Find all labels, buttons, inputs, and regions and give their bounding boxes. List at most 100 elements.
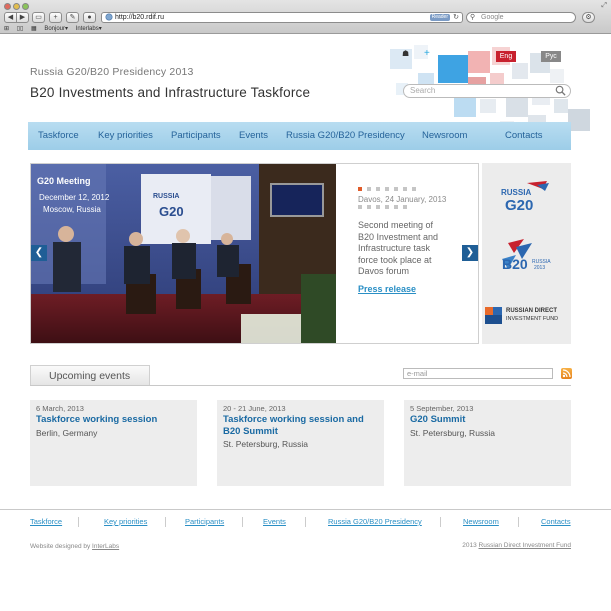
footer-separator [305,517,306,527]
event-title[interactable]: G20 Summit [410,414,565,426]
nav-item-taskforce[interactable]: Taskforce [38,122,79,150]
slide-dot[interactable] [385,205,389,209]
footer-link-key-priorities[interactable]: Key priorities [104,517,147,526]
search-icon[interactable] [555,85,566,96]
add-bookmark-icon[interactable]: + [49,12,62,23]
bookmark-item[interactable]: Bonjour▾ [44,26,68,32]
fullscreen-icon[interactable]: ⤢ [601,2,607,10]
copyright-prefix: 2013 [462,542,479,549]
slide-description: Second meeting of B20 Investment and Inf… [358,220,439,276]
events-divider [30,385,571,386]
mosaic-square [454,97,476,117]
window-close-button[interactable] [4,3,11,10]
rdif-footer-link[interactable]: Russian Direct Investment Fund [479,542,571,549]
gear-icon[interactable]: ⚙ [582,12,595,23]
footer-link-presidency[interactable]: Russia G20/B20 Presidency [328,517,422,526]
partners-panel: RUSSIA G20 B20 RUSSIA 2013 RUSSIAN DIREC… [482,163,571,344]
nav-item-newsroom[interactable]: Newsroom [422,122,467,150]
copyright: 2013 Russian Direct Investment Fund [462,542,571,549]
russia-g20-logo[interactable]: RUSSIA G20 [497,179,557,213]
event-title[interactable]: Taskforce working session [36,414,191,426]
mosaic-square [554,99,568,113]
nav-item-presidency[interactable]: Russia G20/B20 Presidency [286,122,405,150]
forward-button[interactable]: ▶ [16,12,29,23]
bookmark-item[interactable]: Interlabs▾ [76,26,102,32]
event-title[interactable]: Taskforce working session and B20 Summit [223,414,378,437]
event-card[interactable]: 6 March, 2013 Taskforce working session … [30,400,197,486]
mosaic-square [480,99,496,113]
address-bar[interactable]: http://b20.rdif.ru Reader ↻ [101,12,463,23]
nav-item-events[interactable]: Events [239,122,268,150]
nav-item-participants[interactable]: Participants [171,122,221,150]
slide-dot[interactable] [412,187,416,191]
designer-link[interactable]: InterLabs [92,543,119,550]
footer-link-newsroom[interactable]: Newsroom [463,517,499,526]
event-place: St. Petersburg, Russia [223,439,309,449]
slide-dot[interactable] [403,205,407,209]
slide-dot[interactable] [358,187,362,191]
footer-link-taskforce[interactable]: Taskforce [30,517,62,526]
photo-banner-text-3: Moscow, Russia [43,205,101,214]
email-input[interactable]: e-mail [403,368,553,379]
slider-next-button[interactable]: ❯ [462,245,478,261]
footer-link-participants[interactable]: Participants [185,517,224,526]
mosaic-square [512,63,528,79]
b20-russia-logo[interactable]: B20 RUSSIA 2013 [496,239,558,281]
reload-icon[interactable]: ↻ [453,13,459,22]
site-subtitle: Russia G20/B20 Presidency 2013 [30,66,194,78]
slide-dot[interactable] [376,187,380,191]
site-title[interactable]: B20 Investments and Infrastructure Taskf… [30,85,310,100]
reader-button[interactable]: Reader [429,14,450,21]
photo-banner-text-1: G20 Meeting [37,176,91,186]
photo-banner-text-2: December 12, 2012 [39,193,110,202]
language-english-button[interactable]: Eng [496,51,516,62]
stop-icon[interactable]: ● [83,12,96,23]
slide-dot[interactable] [367,205,371,209]
rss-icon[interactable] [561,368,572,379]
slider-prev-button[interactable]: ❮ [31,245,47,261]
browser-search-placeholder: Google [481,14,504,21]
mosaic-square [438,55,468,83]
slide-dot[interactable] [394,205,398,209]
window-zoom-button[interactable] [22,3,29,10]
bookmark-apps-icon[interactable]: ⊞ [4,26,9,32]
edit-icon[interactable]: ✎ [66,12,79,23]
event-card[interactable]: 20 - 21 June, 2013 Taskforce working ses… [217,400,384,486]
slide-dot[interactable] [403,187,407,191]
site-search-input[interactable]: Search [403,84,571,98]
russia-logo-text: RUSSIA [501,188,531,197]
window-minimize-button[interactable] [13,3,20,10]
event-place: St. Petersburg, Russia [410,427,496,438]
slide-dot[interactable] [358,205,362,209]
bookmark-topsites-icon[interactable]: ▦ [31,26,37,32]
slide-photo[interactable]: G20 Meeting December 12, 2012 Moscow, Ru… [31,164,336,343]
event-date: 6 March, 2013 [36,404,84,413]
footer-link-events[interactable]: Events [263,517,286,526]
slide-dot[interactable] [385,187,389,191]
mosaic-square [468,51,490,73]
slide-date: Davos, 24 January, 2013 [358,195,447,204]
nav-item-key-priorities[interactable]: Key priorities [98,122,153,150]
upcoming-events-tab[interactable]: Upcoming events [30,365,150,385]
site-search-placeholder: Search [410,86,436,95]
bookmarks-icon[interactable]: ▭ [32,12,45,23]
bookmark-reading-icon[interactable]: ▯▯ [17,26,24,32]
event-date: 20 - 21 June, 2013 [223,404,286,413]
slide-dot[interactable] [367,187,371,191]
press-release-link[interactable]: Press release [358,284,416,294]
nav-item-contacts[interactable]: Contacts [505,122,543,150]
plus-icon: + [424,48,430,59]
photo-banner-text-5: G20 [159,204,184,219]
mosaic-square [550,69,564,83]
rdif-logo[interactable]: RUSSIAN DIRECT INVESTMENT FUND [485,305,569,327]
event-card[interactable]: 5 September, 2013 G20 Summit St. Petersb… [404,400,571,486]
slide-dot[interactable] [394,187,398,191]
b20-logo-text: B20 [502,256,528,272]
event-place: Berlin, Germany [36,427,98,438]
footer-link-contacts[interactable]: Contacts [541,517,571,526]
language-russian-button[interactable]: Рус [541,51,561,62]
rdif-logo-text-2: INVESTMENT FUND [506,316,559,322]
browser-search-field[interactable]: ⚲ Google [466,12,576,23]
slide-dot[interactable] [376,205,380,209]
web-page: ☗ + Eng Рус Russia G20/B20 Presidency 20… [0,35,611,611]
